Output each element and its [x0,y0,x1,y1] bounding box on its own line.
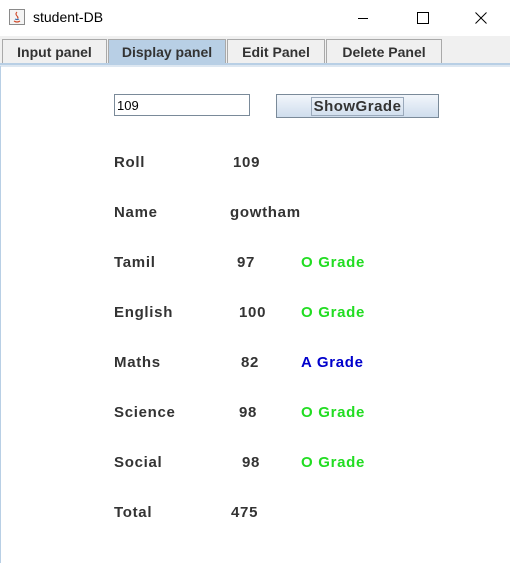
subject-grade-science: O Grade [301,404,366,421]
minimize-icon [358,18,368,19]
name-value: gowtham [230,204,301,221]
maximize-icon [417,12,429,24]
subject-grade-english: O Grade [301,304,366,321]
subject-mark-maths: 82 [241,354,260,371]
subject-label-maths: Maths [114,354,161,371]
tab-delete-panel[interactable]: Delete Panel [326,39,442,64]
subject-mark-tamil: 97 [237,254,256,271]
close-icon [475,12,487,24]
subject-label-tamil: Tamil [114,254,156,271]
subject-mark-social: 98 [242,454,261,471]
window-title: student-DB [33,9,104,25]
total-value: 475 [231,504,259,521]
maximize-button[interactable] [400,0,446,36]
roll-number-input[interactable] [114,94,250,116]
subject-mark-english: 100 [239,304,267,321]
subject-label-english: English [114,304,174,321]
subject-mark-science: 98 [239,404,258,421]
roll-label: Roll [114,154,146,171]
subject-grade-maths: A Grade [301,354,364,371]
tab-strip: Input panel Display panel Edit Panel Del… [0,36,510,66]
tab-divider-shade [0,65,510,67]
tab-display-panel[interactable]: Display panel [108,39,226,64]
show-grade-button[interactable]: ShowGrade [276,94,439,118]
title-bar: student-DB [0,0,510,36]
minimize-button[interactable] [340,0,386,36]
show-grade-label: ShowGrade [310,96,405,116]
subject-grade-tamil: O Grade [301,254,366,271]
subject-grade-social: O Grade [301,454,366,471]
java-app-icon [9,9,25,25]
tab-input-panel[interactable]: Input panel [2,39,107,64]
name-label: Name [114,204,158,221]
subject-label-science: Science [114,404,176,421]
subject-label-social: Social [114,454,163,471]
tab-edit-panel[interactable]: Edit Panel [227,39,325,64]
panel-border [0,66,1,563]
roll-value: 109 [233,154,261,171]
total-label: Total [114,504,153,521]
close-button[interactable] [458,0,504,36]
